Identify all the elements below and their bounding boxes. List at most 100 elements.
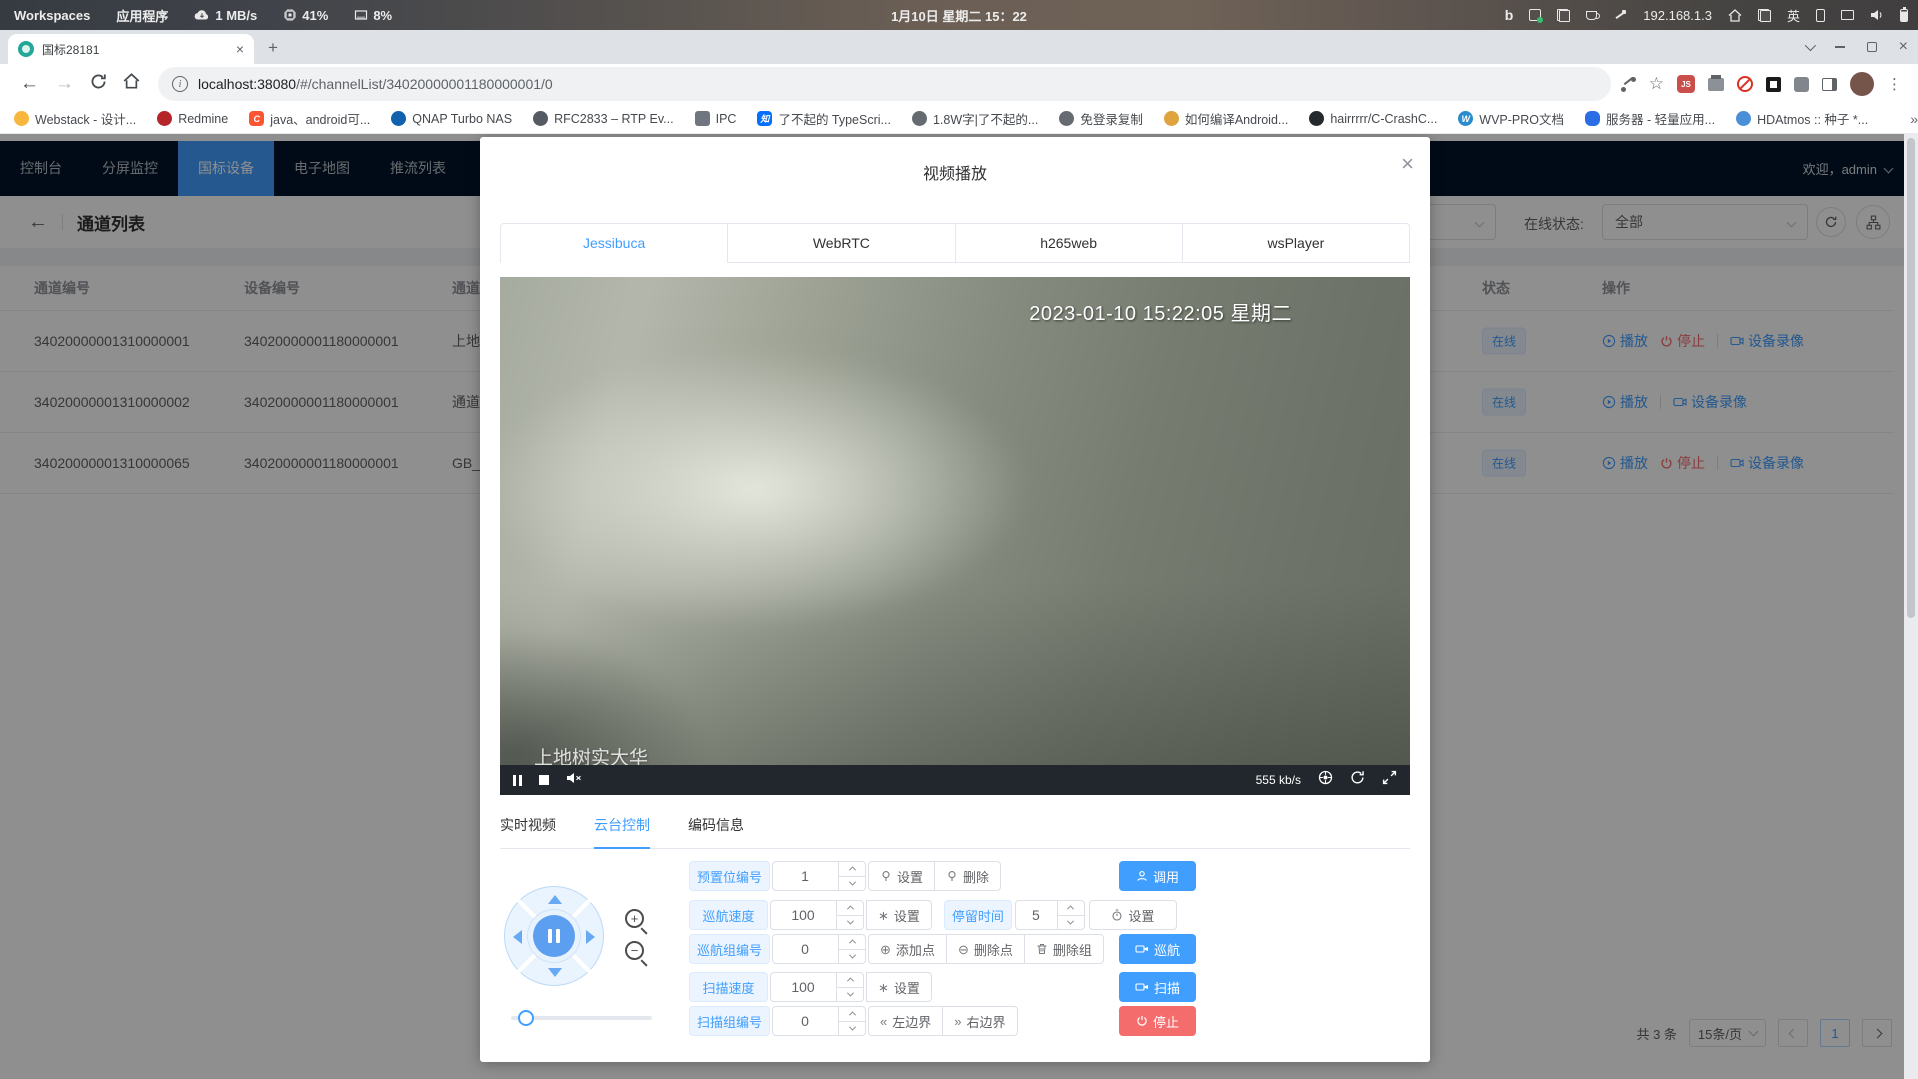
extension-js-icon[interactable]: JS — [1677, 75, 1695, 93]
bookmark-item[interactable]: Webstack - 设计... — [14, 109, 136, 128]
extension-adblock-icon[interactable] — [1737, 76, 1753, 92]
number-stepper[interactable] — [1057, 901, 1084, 929]
number-stepper[interactable] — [838, 1007, 865, 1035]
memory-indicator[interactable]: 8% — [354, 8, 392, 23]
side-panel-icon[interactable] — [1822, 78, 1837, 91]
screen-rotate-icon[interactable] — [1816, 9, 1825, 22]
stay-time-set-button[interactable]: 设置 — [1089, 900, 1177, 930]
ptz-down-arrow[interactable] — [548, 968, 562, 977]
preset-number-input[interactable]: 1 — [772, 861, 866, 891]
right-bound-button[interactable]: »右边界 — [942, 1006, 1017, 1036]
ptz-direction-pad[interactable] — [504, 886, 604, 986]
ptz-right-arrow[interactable] — [586, 930, 595, 944]
delete-point-button[interactable]: ⊖删除点 — [946, 934, 1025, 964]
workspaces-button[interactable]: Workspaces — [14, 8, 90, 23]
tab-wsplayer[interactable]: wsPlayer — [1182, 224, 1409, 263]
home-tray-icon[interactable] — [1728, 9, 1742, 22]
preset-set-button[interactable]: 设置 — [868, 861, 935, 891]
extension-print-icon[interactable] — [1708, 78, 1724, 91]
bookmarks-overflow-chevron[interactable]: » — [1910, 111, 1918, 127]
stop-icon[interactable] — [539, 775, 549, 785]
stay-time-input[interactable]: 5 — [1015, 900, 1085, 930]
ptz-left-arrow[interactable] — [513, 930, 522, 944]
zoom-in-icon[interactable]: + — [625, 909, 649, 933]
tool-tray-icon[interactable] — [1613, 8, 1627, 22]
number-stepper[interactable] — [838, 935, 865, 963]
cruise-group-input[interactable]: 0 — [772, 934, 866, 964]
left-bound-button[interactable]: «左边界 — [868, 1006, 943, 1036]
extensions-puzzle-icon[interactable] — [1794, 77, 1809, 92]
share-icon[interactable] — [1621, 77, 1636, 92]
reload-button[interactable] — [90, 73, 107, 96]
ptz-center-pause-button[interactable] — [533, 915, 575, 957]
new-tab-button[interactable]: + — [268, 38, 278, 58]
ptz-stop-button[interactable]: 停止 — [1119, 1006, 1196, 1036]
cruise-speed-input[interactable]: 100 — [770, 900, 864, 930]
bookmark-item[interactable]: 如何编译Android... — [1164, 109, 1289, 128]
scrollbar-thumb[interactable] — [1907, 138, 1915, 618]
tab-h265web[interactable]: h265web — [955, 224, 1182, 263]
applications-button[interactable]: 应用程序 — [116, 6, 168, 25]
player-settings-icon[interactable] — [1318, 770, 1333, 790]
bookmark-item[interactable]: Cjava、android可... — [249, 109, 370, 128]
bookmark-item[interactable]: IPC — [695, 111, 737, 126]
bookmark-star-icon[interactable]: ☆ — [1649, 74, 1664, 94]
back-button[interactable]: ← — [20, 73, 39, 95]
bookmark-item[interactable]: RFC2833 – RTP Ev... — [533, 111, 674, 126]
bing-tray-icon[interactable]: b — [1505, 7, 1514, 23]
scan-button[interactable]: 扫描 — [1119, 972, 1196, 1002]
slider-handle[interactable] — [518, 1010, 534, 1026]
player-refresh-icon[interactable] — [1350, 770, 1365, 790]
bookmark-item[interactable]: 知了不起的 TypeScri... — [757, 109, 891, 128]
site-info-icon[interactable]: i — [172, 76, 188, 92]
number-stepper[interactable] — [836, 901, 863, 929]
app-tray-icon[interactable] — [1529, 9, 1541, 21]
bookmark-item[interactable]: hairrrrr/C-CrashC... — [1309, 111, 1437, 126]
mute-icon[interactable] — [566, 771, 582, 789]
battery-icon[interactable] — [1900, 9, 1908, 22]
extension-dark-icon[interactable] — [1766, 77, 1781, 92]
cpu-indicator[interactable]: 41% — [283, 8, 328, 23]
tab-codec-info[interactable]: 编码信息 — [688, 815, 744, 848]
volume-icon[interactable] — [1870, 9, 1884, 21]
network-indicator[interactable]: 1 MB/s — [194, 8, 257, 23]
ip-address[interactable]: 192.168.1.3 — [1643, 8, 1712, 23]
add-point-button[interactable]: ⊕添加点 — [868, 934, 947, 964]
bookmark-item[interactable]: WWVP-PRO文档 — [1458, 109, 1564, 128]
window-close-button[interactable]: × — [1899, 38, 1908, 56]
cruise-button[interactable]: 巡航 — [1119, 934, 1196, 964]
bookmark-item[interactable]: QNAP Turbo NAS — [391, 111, 512, 126]
forward-button[interactable]: → — [55, 73, 74, 95]
tab-jessibuca[interactable]: Jessibuca — [501, 224, 727, 263]
number-stepper[interactable] — [838, 862, 865, 890]
scan-group-input[interactable]: 0 — [772, 1006, 866, 1036]
bookmark-item[interactable]: 服务器 - 轻量应用... — [1585, 109, 1715, 128]
tab-ptz-control[interactable]: 云台控制 — [594, 815, 650, 849]
tab-close-icon[interactable]: × — [236, 41, 244, 57]
bookmark-item[interactable]: Redmine — [157, 111, 228, 126]
number-stepper[interactable] — [836, 973, 863, 1001]
ptz-speed-slider[interactable] — [511, 1016, 652, 1020]
browser-menu-icon[interactable]: ⋮ — [1887, 75, 1902, 93]
bookmark-item[interactable]: 免登录复制 — [1059, 109, 1143, 128]
video-screen[interactable]: 2023-01-10 15:22:05 星期二 上地树实大华 — [500, 277, 1410, 765]
browser-scrollbar[interactable] — [1904, 134, 1918, 1079]
profile-avatar[interactable] — [1850, 72, 1874, 96]
minimize-button[interactable] — [1835, 46, 1845, 48]
preset-call-button[interactable]: 调用 — [1119, 861, 1196, 891]
address-bar[interactable]: i localhost:38080/#/channelList/34020000… — [158, 67, 1611, 101]
caffeine-tray-icon[interactable] — [1586, 11, 1597, 20]
zoom-out-icon[interactable]: − — [625, 941, 649, 965]
bookmark-item[interactable]: 1.8W字|了不起的... — [912, 109, 1038, 128]
cruise-speed-set-button[interactable]: ∗设置 — [866, 900, 932, 930]
clipboard-tray-icon[interactable] — [1557, 9, 1570, 22]
workspaces-tray-icon[interactable] — [1758, 9, 1771, 22]
scan-speed-input[interactable]: 100 — [770, 972, 864, 1002]
scan-speed-set-button[interactable]: ∗设置 — [866, 972, 932, 1002]
home-button[interactable] — [123, 73, 140, 95]
tab-search-icon[interactable] — [1804, 40, 1815, 51]
close-icon[interactable]: × — [1401, 153, 1414, 175]
tab-webrtc[interactable]: WebRTC — [727, 224, 954, 263]
delete-group-button[interactable]: 删除组 — [1024, 934, 1104, 964]
fullscreen-icon[interactable] — [1382, 770, 1397, 790]
